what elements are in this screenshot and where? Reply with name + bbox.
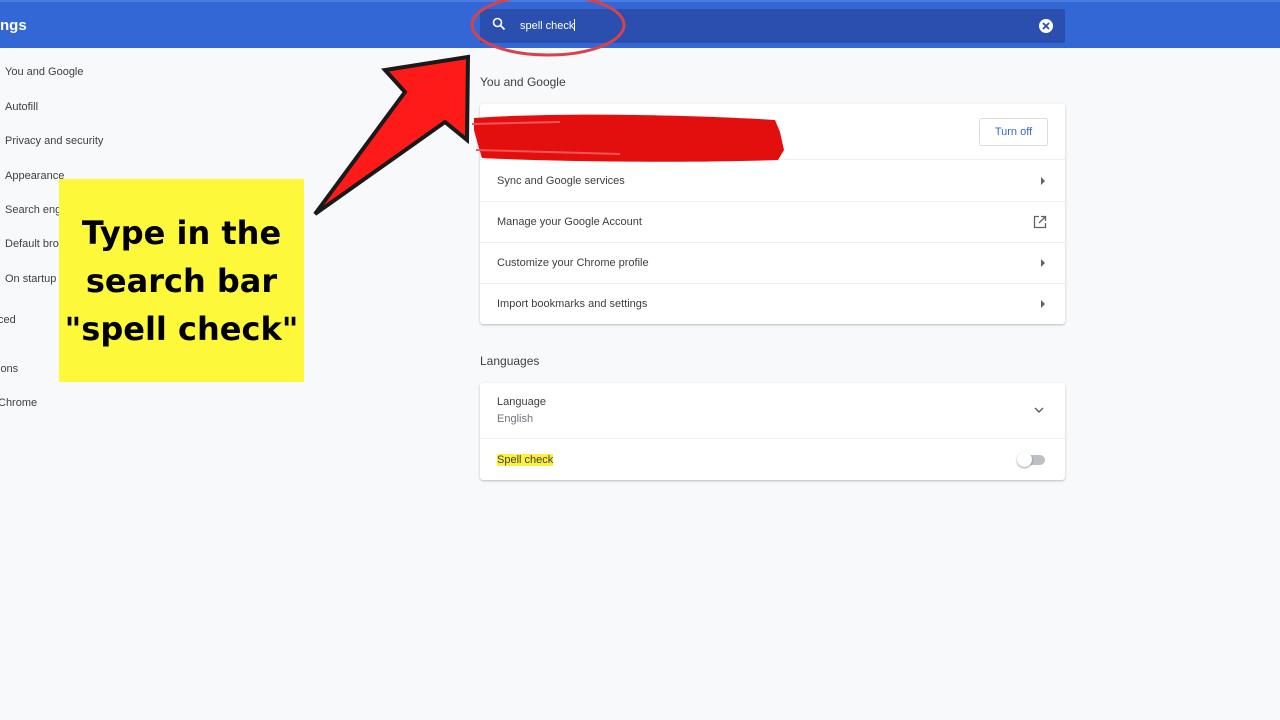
clear-icon[interactable] — [1038, 18, 1054, 39]
row-label: Manage your Google Account — [497, 216, 642, 228]
import-bookmarks-row[interactable]: Import bookmarks and settings — [480, 283, 1065, 324]
chevron-down-icon — [1033, 405, 1045, 417]
page-title: ngs — [0, 17, 27, 34]
section-heading-languages: Languages — [480, 354, 540, 368]
callout-line: "spell check" — [64, 309, 299, 348]
sidebar-item-appearance[interactable]: Appearance — [5, 170, 64, 182]
language-label: Language — [497, 396, 546, 408]
external-link-icon — [1033, 215, 1047, 232]
arrow-right-icon — [1041, 300, 1045, 308]
spell-check-row: Spell check — [480, 438, 1065, 480]
languages-card: Language English Spell check — [480, 383, 1065, 480]
sidebar-item-privacy[interactable]: Privacy and security — [5, 135, 103, 147]
search-value[interactable]: spell check — [520, 19, 575, 32]
language-value: English — [497, 413, 534, 425]
sidebar-item-search-engine[interactable]: Search eng — [5, 204, 61, 216]
sidebar-item-advanced[interactable]: ced — [0, 314, 16, 326]
sync-row[interactable]: Sync and Google services — [480, 159, 1065, 201]
callout-line: search bar — [85, 261, 278, 300]
sidebar-item-on-startup[interactable]: On startup — [5, 273, 56, 285]
sidebar-item-autofill[interactable]: Autofill — [5, 101, 38, 113]
toggle-knob — [1017, 452, 1032, 467]
instruction-callout: Type in the search bar "spell check" — [59, 179, 304, 382]
arrow-right-icon — [1041, 259, 1045, 267]
row-label: Customize your Chrome profile — [497, 257, 649, 269]
turn-off-button[interactable]: Turn off — [979, 118, 1048, 146]
search-input[interactable]: spell check — [480, 9, 1065, 43]
row-label: Import bookmarks and settings — [497, 298, 648, 310]
account-row: Turn off — [480, 104, 1065, 159]
spell-check-toggle[interactable] — [1017, 452, 1045, 467]
customize-profile-row[interactable]: Customize your Chrome profile — [480, 242, 1065, 283]
section-heading-you-and-google: You and Google — [480, 75, 566, 89]
spell-check-label: Spell check — [497, 454, 554, 466]
sidebar-item-extensions[interactable]: ions — [0, 363, 18, 375]
sidebar-item-you-and-google[interactable]: You and Google — [5, 66, 84, 78]
row-label: Sync and Google services — [497, 175, 625, 187]
sidebar-item-about-chrome[interactable]: Chrome — [0, 397, 37, 409]
you-and-google-card: Turn off Sync and Google services Manage… — [480, 104, 1065, 324]
callout-line: Type in the — [81, 213, 282, 252]
manage-account-row[interactable]: Manage your Google Account — [480, 201, 1065, 242]
search-icon — [491, 16, 507, 37]
language-row[interactable]: Language English — [480, 383, 1065, 438]
arrow-annotation — [313, 54, 471, 216]
settings-header: ngs spell check — [0, 0, 1280, 48]
arrow-right-icon — [1041, 177, 1045, 185]
sidebar-item-default-browser[interactable]: Default bro — [5, 238, 59, 250]
